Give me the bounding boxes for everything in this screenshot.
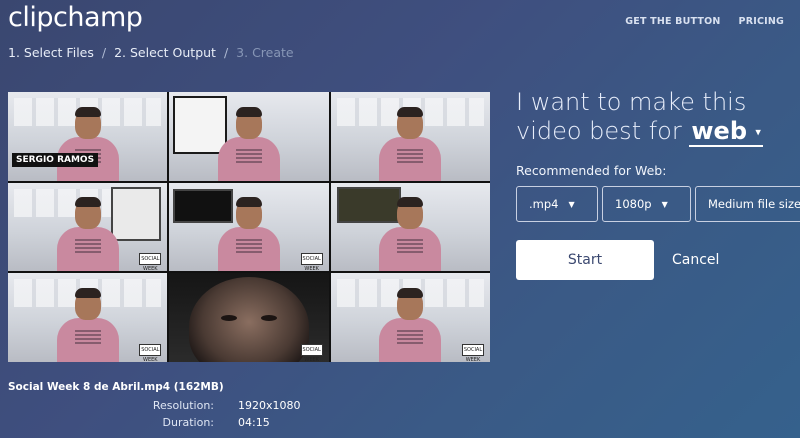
resolution-select[interactable]: 1080p ▼ xyxy=(602,186,691,222)
headline-line-2: video best for web ▾ xyxy=(516,117,763,147)
file-info: Social Week 8 de Abril.mp4 (162MB) Resol… xyxy=(8,381,318,429)
presenter-figure xyxy=(53,103,123,181)
quality-select[interactable]: Medium file size xyxy=(695,186,800,222)
presenter-figure xyxy=(53,284,123,362)
format-value: .mp4 xyxy=(529,197,559,211)
headline-prefix: video best for xyxy=(516,117,682,145)
video-thumbnail xyxy=(169,92,329,181)
quality-value: Medium file size xyxy=(708,197,800,211)
nav-pricing[interactable]: PRICING xyxy=(739,16,784,27)
presenter-figure xyxy=(375,284,445,362)
video-thumbnail: SOCIAL WEEK xyxy=(8,273,168,362)
format-select[interactable]: .mp4 ▼ xyxy=(516,186,598,222)
cancel-button[interactable]: Cancel xyxy=(672,252,719,268)
video-thumbnail xyxy=(330,92,490,181)
breadcrumb-separator: / xyxy=(101,45,107,60)
video-preview-grid: SERGIO RAMOS SOCIAL WEEK SOCIAL WEEK SOC… xyxy=(8,92,490,362)
chevron-down-icon: ▾ xyxy=(755,125,761,139)
channel-stamp-logo: SOCIAL WEEK xyxy=(300,343,323,362)
resolution-label: Resolution: xyxy=(152,399,214,412)
resolution-value: 1080p xyxy=(615,197,652,211)
chevron-down-icon: ▼ xyxy=(568,199,575,209)
breadcrumb-step-select-files[interactable]: 1. Select Files xyxy=(8,45,94,60)
channel-stamp-logo: SOCIAL WEEK xyxy=(139,343,162,362)
recommended-label: Recommended for Web: xyxy=(516,163,667,178)
clipchamp-logo[interactable]: clipchamp xyxy=(8,2,143,33)
channel-stamp-logo: SOCIAL WEEK xyxy=(300,253,323,271)
duration-label: Duration: xyxy=(162,416,214,429)
duration-value: 04:15 xyxy=(238,416,270,429)
file-name: Social Week 8 de Abril.mp4 (162MB) xyxy=(8,381,224,393)
presenter-figure xyxy=(53,193,123,272)
output-headline: I want to make this video best for web ▾ xyxy=(516,88,763,147)
top-nav: GET THE BUTTON PRICING xyxy=(625,16,784,27)
video-thumbnail: SERGIO RAMOS xyxy=(8,92,168,181)
presenter-figure xyxy=(214,103,284,181)
video-thumbnail: SOCIAL WEEK xyxy=(330,273,490,362)
closeup-face xyxy=(188,277,309,362)
breadcrumb-step-create: 3. Create xyxy=(236,45,294,60)
breadcrumb: 1. Select Files / 2. Select Output / 3. … xyxy=(8,45,294,60)
presenter-figure xyxy=(375,103,445,181)
video-thumbnail: SOCIAL WEEK xyxy=(8,182,168,272)
presenter-figure xyxy=(214,193,284,272)
presenter-figure xyxy=(375,193,445,272)
video-thumbnail: SOCIAL WEEK xyxy=(169,182,329,272)
file-meta: Resolution: 1920x1080 Duration: 04:15 xyxy=(8,399,318,429)
target-dropdown[interactable]: web ▾ xyxy=(689,117,763,147)
target-value: web xyxy=(691,117,748,145)
name-tag: SERGIO RAMOS xyxy=(12,152,99,167)
channel-stamp-logo: SOCIAL WEEK xyxy=(139,253,162,271)
video-thumbnail xyxy=(330,182,490,272)
headline-line-1: I want to make this xyxy=(516,88,747,116)
start-button[interactable]: Start xyxy=(516,240,654,280)
resolution-value: 1920x1080 xyxy=(238,399,301,412)
nav-get-the-button[interactable]: GET THE BUTTON xyxy=(625,16,720,27)
breadcrumb-step-select-output[interactable]: 2. Select Output xyxy=(114,45,216,60)
channel-stamp-logo: SOCIAL WEEK xyxy=(461,343,484,362)
breadcrumb-separator: / xyxy=(223,45,229,60)
output-settings: .mp4 ▼ 1080p ▼ Medium file size xyxy=(516,186,800,222)
video-thumbnail: SOCIAL WEEK xyxy=(169,273,329,362)
chevron-down-icon: ▼ xyxy=(661,199,668,209)
